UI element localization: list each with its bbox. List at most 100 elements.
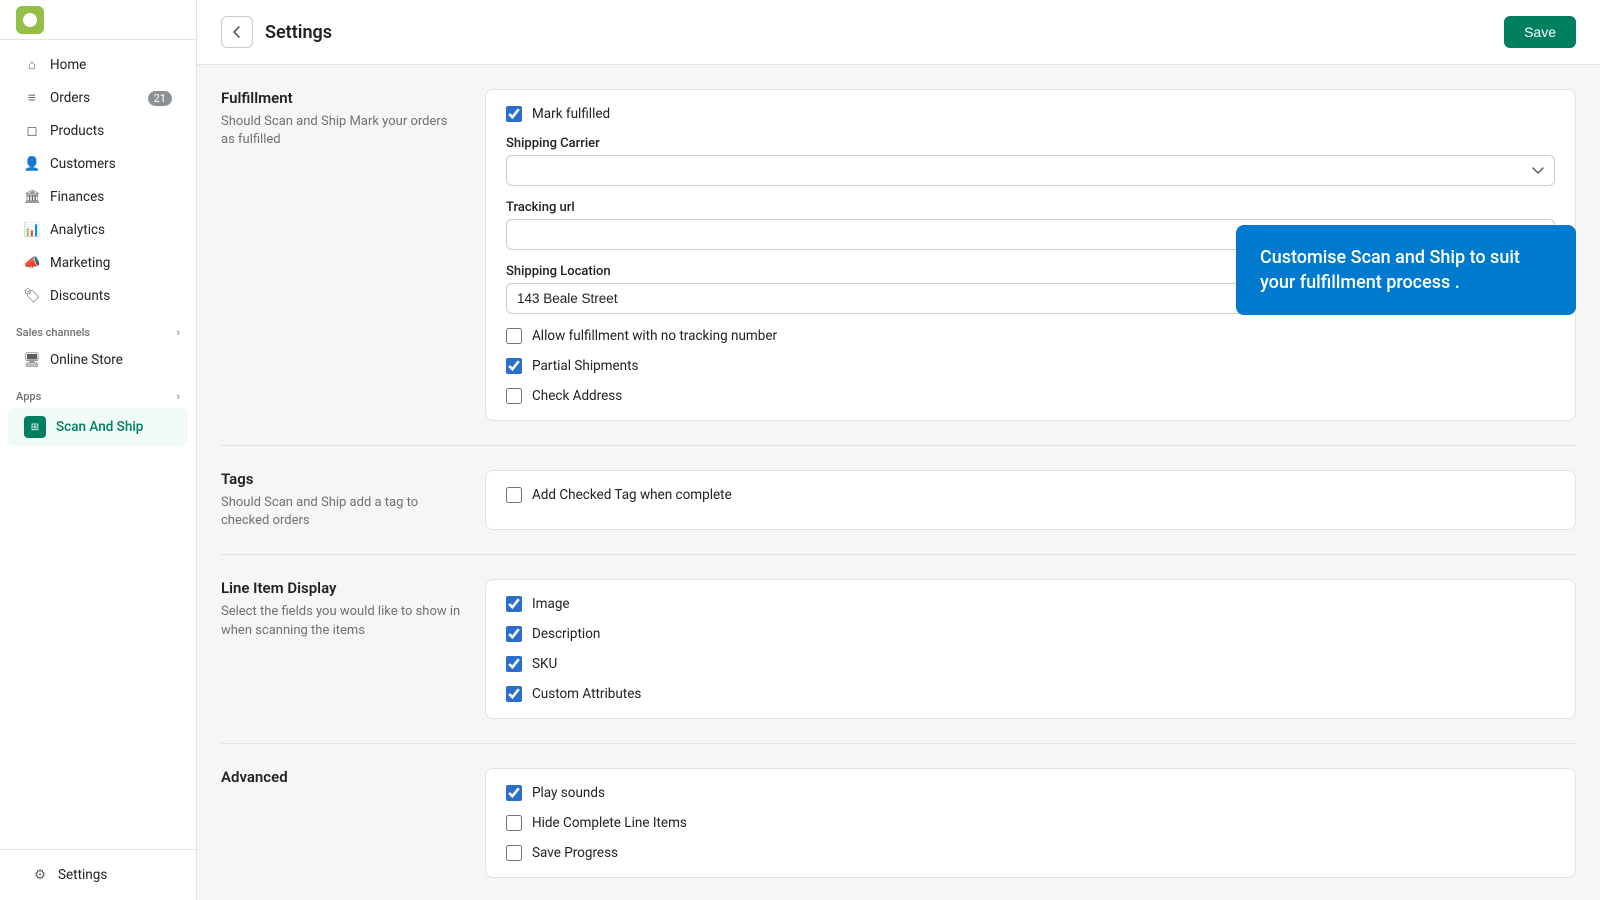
- image-row: Image: [506, 596, 1555, 612]
- online-store-icon: 🖥: [24, 352, 40, 368]
- page-header-left: Settings: [221, 16, 332, 48]
- orders-icon: ≡: [24, 90, 40, 106]
- tags-section-left: Tags Should Scan and Ship add a tag to c…: [221, 470, 461, 530]
- sidebar-item-orders[interactable]: ≡ Orders 21: [8, 82, 188, 114]
- sidebar-item-settings-label: Settings: [58, 867, 107, 883]
- no-tracking-row: Allow fulfillment with no tracking numbe…: [506, 328, 1555, 344]
- save-button[interactable]: Save: [1504, 16, 1576, 48]
- check-address-label: Check Address: [532, 388, 622, 404]
- no-tracking-label: Allow fulfillment with no tracking numbe…: [532, 328, 777, 344]
- analytics-icon: 📊: [24, 222, 40, 238]
- sidebar-item-scan-and-ship-label: Scan And Ship: [56, 419, 143, 435]
- settings-icon: ⚙: [32, 867, 48, 883]
- advanced-heading: Advanced: [221, 768, 461, 786]
- tags-section: Tags Should Scan and Ship add a tag to c…: [221, 470, 1576, 555]
- sidebar-item-home[interactable]: ⌂ Home: [8, 49, 188, 81]
- sidebar-item-products[interactable]: ◻ Products: [8, 115, 188, 147]
- save-progress-row: Save Progress: [506, 845, 1555, 861]
- hide-complete-row: Hide Complete Line Items: [506, 815, 1555, 831]
- line-item-section-left: Line Item Display Select the fields you …: [221, 579, 461, 719]
- orders-badge: 21: [148, 91, 172, 106]
- sidebar-item-finances-label: Finances: [50, 189, 104, 205]
- sidebar-item-discounts[interactable]: 🏷 Discounts: [8, 280, 188, 312]
- shipping-carrier-select[interactable]: [506, 155, 1555, 186]
- sidebar-item-online-store[interactable]: 🖥 Online Store: [8, 344, 188, 376]
- partial-shipments-label: Partial Shipments: [532, 358, 639, 374]
- tracking-url-label: Tracking url: [506, 200, 1555, 215]
- back-arrow-icon: [229, 24, 245, 40]
- no-tracking-checkbox[interactable]: [506, 328, 522, 344]
- home-icon: ⌂: [24, 57, 40, 73]
- page-header: Settings Save: [197, 0, 1600, 65]
- settings-content: Fulfillment Should Scan and Ship Mark yo…: [197, 65, 1600, 900]
- sku-label: SKU: [532, 656, 557, 672]
- sidebar-item-analytics-label: Analytics: [50, 222, 105, 238]
- products-icon: ◻: [24, 123, 40, 139]
- fulfillment-section-left: Fulfillment Should Scan and Ship Mark yo…: [221, 89, 461, 421]
- sidebar-logo: [0, 0, 196, 40]
- sidebar-item-discounts-label: Discounts: [50, 288, 110, 304]
- custom-attributes-row: Custom Attributes: [506, 686, 1555, 702]
- sidebar-item-scan-and-ship[interactable]: ⊞ Scan And Ship: [8, 408, 188, 446]
- sales-channels-chevron: ›: [176, 325, 180, 339]
- hide-complete-label: Hide Complete Line Items: [532, 815, 687, 831]
- shipping-carrier-label: Shipping Carrier: [506, 136, 1555, 151]
- save-progress-checkbox[interactable]: [506, 845, 522, 861]
- tags-card: Add Checked Tag when complete: [485, 470, 1576, 530]
- sidebar-item-settings[interactable]: ⚙ Settings: [16, 859, 180, 891]
- sidebar-item-analytics[interactable]: 📊 Analytics: [8, 214, 188, 246]
- partial-shipments-checkbox[interactable]: [506, 358, 522, 374]
- callout-tooltip: Customise Scan and Ship to suit your ful…: [1236, 225, 1576, 315]
- mark-fulfilled-row: Mark fulfilled: [506, 106, 1555, 122]
- sku-row: SKU: [506, 656, 1555, 672]
- add-tag-row: Add Checked Tag when complete: [506, 487, 1555, 503]
- sidebar-item-customers[interactable]: 👤 Customers: [8, 148, 188, 180]
- hide-complete-checkbox[interactable]: [506, 815, 522, 831]
- description-row: Description: [506, 626, 1555, 642]
- customers-icon: 👤: [24, 156, 40, 172]
- check-address-checkbox[interactable]: [506, 388, 522, 404]
- check-address-row: Check Address: [506, 388, 1555, 404]
- line-item-card: Image Description SKU Custom Attributes: [485, 579, 1576, 719]
- discounts-icon: 🏷: [24, 288, 40, 304]
- marketing-icon: 📣: [24, 255, 40, 271]
- description-label: Description: [532, 626, 600, 642]
- back-button[interactable]: [221, 16, 253, 48]
- custom-attributes-label: Custom Attributes: [532, 686, 641, 702]
- sku-checkbox[interactable]: [506, 656, 522, 672]
- main-content: Settings Save Fulfillment Should Scan an…: [197, 0, 1600, 900]
- play-sounds-checkbox[interactable]: [506, 785, 522, 801]
- line-item-description: Select the fields you would like to show…: [221, 603, 461, 639]
- sidebar-item-online-store-label: Online Store: [50, 352, 123, 368]
- sidebar-nav: ⌂ Home ≡ Orders 21 ◻ Products 👤 Customer…: [0, 40, 196, 849]
- advanced-card: Play sounds Hide Complete Line Items Sav…: [485, 768, 1576, 878]
- sidebar-item-finances[interactable]: 🏛 Finances: [8, 181, 188, 213]
- line-item-heading: Line Item Display: [221, 579, 461, 597]
- sidebar-bottom: ⚙ Settings: [0, 849, 196, 900]
- finances-icon: 🏛: [24, 189, 40, 205]
- image-label: Image: [532, 596, 570, 612]
- custom-attributes-checkbox[interactable]: [506, 686, 522, 702]
- sidebar-item-marketing-label: Marketing: [50, 255, 110, 271]
- play-sounds-label: Play sounds: [532, 785, 605, 801]
- sidebar-item-products-label: Products: [50, 123, 104, 139]
- sidebar-item-customers-label: Customers: [50, 156, 116, 172]
- sales-channels-section: Sales channels ›: [0, 313, 196, 343]
- mark-fulfilled-checkbox[interactable]: [506, 106, 522, 122]
- description-checkbox[interactable]: [506, 626, 522, 642]
- sidebar-item-marketing[interactable]: 📣 Marketing: [8, 247, 188, 279]
- image-checkbox[interactable]: [506, 596, 522, 612]
- mark-fulfilled-label: Mark fulfilled: [532, 106, 610, 122]
- add-tag-checkbox[interactable]: [506, 487, 522, 503]
- add-tag-label: Add Checked Tag when complete: [532, 487, 732, 503]
- callout-text: Customise Scan and Ship to suit your ful…: [1260, 247, 1520, 293]
- shipping-carrier-field: Shipping Carrier: [506, 136, 1555, 186]
- save-progress-label: Save Progress: [532, 845, 618, 861]
- tags-description: Should Scan and Ship add a tag to checke…: [221, 494, 461, 530]
- partial-shipments-row: Partial Shipments: [506, 358, 1555, 374]
- sidebar-item-orders-label: Orders: [50, 90, 90, 106]
- fulfillment-description: Should Scan and Ship Mark your orders as…: [221, 113, 461, 149]
- sidebar: ⌂ Home ≡ Orders 21 ◻ Products 👤 Customer…: [0, 0, 197, 900]
- fulfillment-heading: Fulfillment: [221, 89, 461, 107]
- line-item-section: Line Item Display Select the fields you …: [221, 579, 1576, 744]
